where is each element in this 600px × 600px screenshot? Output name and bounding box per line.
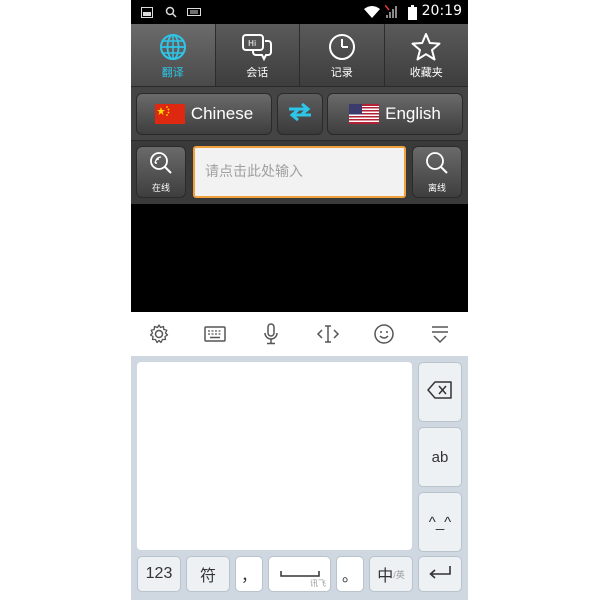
- tab-favorites[interactable]: 收藏夹: [385, 24, 469, 86]
- backspace-key[interactable]: [418, 362, 462, 422]
- signal-icon: [385, 5, 399, 19]
- svg-text:Hi: Hi: [248, 39, 256, 48]
- comma-key-label: ，: [240, 568, 257, 585]
- numbers-key[interactable]: 123: [137, 556, 181, 592]
- keyboard-toolbar: [131, 312, 468, 356]
- swap-arrows-icon: [287, 102, 313, 125]
- usa-flag-icon: [349, 104, 380, 124]
- status-time: 20:19: [421, 3, 462, 19]
- language-bar: Chinese English: [131, 86, 468, 141]
- search-notification-icon: [165, 5, 177, 19]
- handwriting-keyboard: ab ^_^ 123 符 ， 讯飞 。 中/英: [131, 356, 468, 600]
- tab-bar: 翻译 Hi 会话 记录 收藏夹: [131, 24, 468, 86]
- space-key[interactable]: 讯飞: [268, 556, 331, 592]
- source-language-button[interactable]: Chinese: [136, 93, 272, 135]
- ab-key-label: ab: [431, 448, 449, 466]
- handwriting-pad[interactable]: [137, 362, 412, 550]
- search-bar: 在线 离线: [131, 140, 468, 205]
- backspace-icon: [427, 381, 453, 403]
- translate-input[interactable]: [193, 146, 406, 198]
- star-icon: [409, 30, 443, 64]
- offline-search-icon: [424, 151, 450, 179]
- numbers-key-label: 123: [145, 565, 173, 582]
- language-toggle-cn: 中: [377, 568, 394, 585]
- period-key[interactable]: 。: [336, 556, 364, 592]
- emoji-icon[interactable]: [370, 320, 398, 348]
- target-language-button[interactable]: English: [327, 93, 463, 135]
- offline-search-button[interactable]: 离线: [412, 146, 462, 198]
- online-search-button[interactable]: 在线: [136, 146, 186, 198]
- keyboard-notification-icon: [187, 5, 201, 19]
- symbols-key[interactable]: 符: [186, 556, 230, 592]
- target-language-label: English: [385, 104, 441, 123]
- emoticon-key[interactable]: ^_^: [418, 492, 462, 552]
- tab-translate-label: 翻译: [161, 66, 184, 79]
- status-bar: 20:19: [131, 0, 468, 24]
- tab-translate[interactable]: 翻译: [131, 24, 216, 86]
- hide-keyboard-icon[interactable]: [426, 320, 454, 348]
- language-toggle-key[interactable]: 中/英: [369, 556, 413, 592]
- offline-search-label: 离线: [427, 183, 446, 194]
- microphone-icon[interactable]: [257, 320, 285, 348]
- period-key-label: 。: [341, 568, 358, 585]
- source-language-label: Chinese: [190, 104, 254, 123]
- emoticon-key-label: ^_^: [428, 513, 452, 531]
- globe-icon: [156, 30, 190, 64]
- clock-icon: [325, 30, 359, 64]
- chat-bubble-icon: Hi: [240, 30, 274, 64]
- tab-conversation[interactable]: Hi 会话: [216, 24, 300, 86]
- comma-key[interactable]: ，: [235, 556, 263, 592]
- tab-conversation-label: 会话: [246, 66, 269, 79]
- tab-history-label: 记录: [330, 66, 353, 79]
- enter-key[interactable]: [418, 556, 462, 592]
- wifi-icon: [363, 5, 381, 19]
- tab-favorites-label: 收藏夹: [409, 66, 443, 79]
- phone-screen: 20:19 翻译 Hi 会话 记录 收藏夹 Chinese English 在线…: [131, 0, 468, 600]
- screenshot-notification-icon: [141, 5, 153, 19]
- symbols-key-label: 符: [199, 568, 216, 585]
- cursor-move-icon[interactable]: [314, 320, 342, 348]
- space-key-brand: 讯飞: [310, 579, 326, 588]
- online-search-label: 在线: [151, 183, 170, 194]
- battery-icon: [408, 4, 417, 20]
- keyboard-layout-icon[interactable]: [201, 320, 229, 348]
- ab-key[interactable]: ab: [418, 427, 462, 487]
- online-search-icon: [148, 151, 174, 179]
- enter-icon: [428, 565, 452, 584]
- china-flag-icon: [154, 104, 185, 124]
- swap-languages-button[interactable]: [277, 93, 323, 135]
- language-toggle-en: /英: [393, 569, 405, 580]
- tab-history[interactable]: 记录: [300, 24, 385, 86]
- settings-gear-icon[interactable]: [145, 320, 173, 348]
- results-area: [131, 204, 468, 312]
